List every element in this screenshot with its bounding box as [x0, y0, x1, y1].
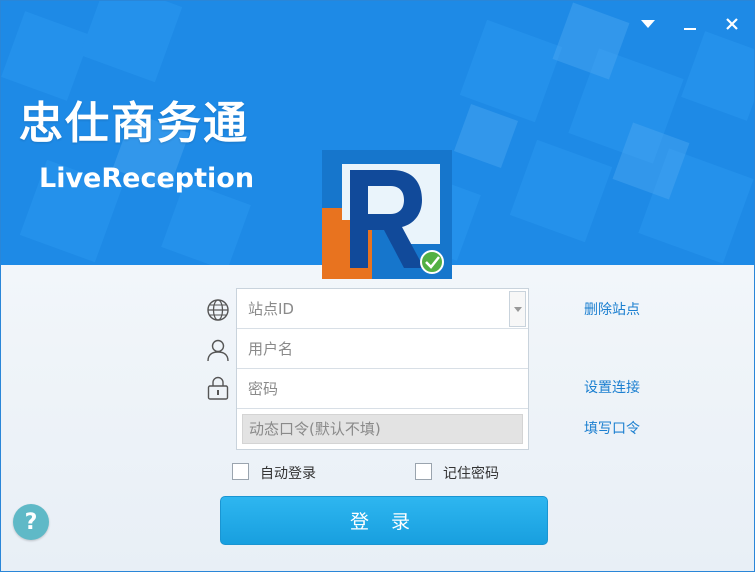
token-row [237, 409, 528, 449]
close-icon[interactable] [719, 11, 745, 37]
minimize-icon[interactable] [677, 11, 703, 37]
enter-token-link[interactable]: 填写口令 [584, 418, 640, 438]
site-id-row [237, 289, 528, 329]
remember-password-label: 记住密码 [443, 466, 499, 482]
user-icon [205, 337, 231, 363]
dropdown-triangle-icon[interactable] [635, 11, 661, 37]
auto-login-checkbox[interactable] [232, 463, 249, 480]
username-row [237, 329, 528, 369]
password-input[interactable] [237, 369, 528, 408]
settings-connection-link[interactable]: 设置连接 [584, 377, 640, 397]
username-input[interactable] [237, 329, 528, 368]
app-title-cn: 忠仕商务通 [19, 98, 249, 149]
site-id-select[interactable] [237, 289, 528, 328]
app-title-en: LiveReception [39, 163, 255, 194]
login-form [236, 288, 529, 450]
password-row [237, 369, 528, 409]
login-button[interactable]: 登 录 [220, 496, 548, 545]
lock-icon [205, 375, 231, 401]
login-window: 忠仕商务通 LiveReception 站点ID 用户名 动态口令(默认不填) … [0, 0, 755, 572]
site-dropdown-button[interactable] [509, 291, 526, 327]
app-logo [322, 150, 452, 279]
chevron-down-icon [513, 306, 522, 312]
help-button[interactable]: ? [13, 504, 49, 540]
help-icon: ? [24, 509, 38, 535]
remember-password-checkbox[interactable] [415, 463, 432, 480]
auto-login-label: 自动登录 [260, 466, 316, 482]
globe-icon [205, 297, 231, 323]
token-input[interactable] [243, 415, 522, 443]
delete-site-link[interactable]: 删除站点 [584, 299, 640, 319]
token-field-wrap [242, 414, 523, 444]
